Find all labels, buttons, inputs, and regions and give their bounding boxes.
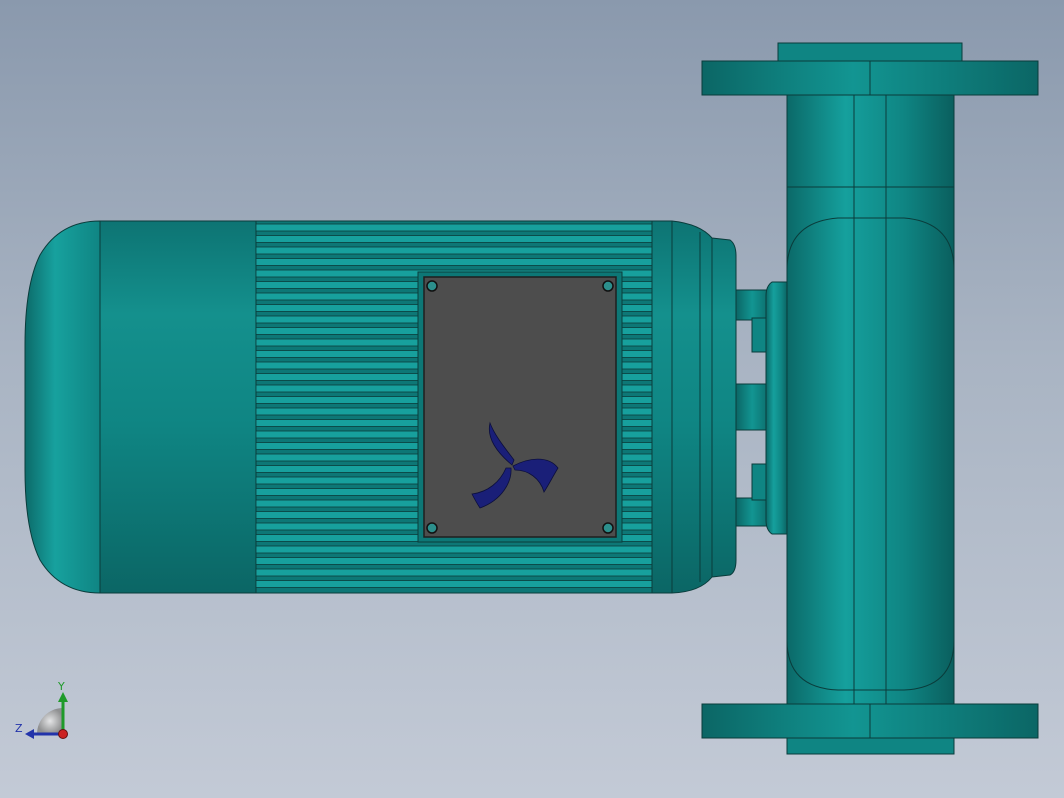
cooling-fin: [255, 568, 653, 577]
coupling-bracket: [735, 281, 789, 535]
nameplate-screw: [602, 280, 614, 292]
cad-viewport[interactable]: Y Z: [0, 0, 1064, 798]
motor-nameplate: [417, 271, 623, 543]
volute-housing: [786, 217, 955, 691]
cooling-fin: [255, 223, 653, 232]
origin-dot: [58, 729, 68, 739]
cooling-fin: [255, 246, 653, 255]
cooling-fin: [255, 258, 653, 266]
motor-end-cap: [24, 220, 101, 594]
motor-housing: [99, 220, 257, 594]
cooling-fin: [255, 557, 653, 565]
cooling-fin: [255, 235, 653, 243]
motor-assembly: [24, 220, 737, 594]
z-axis-label: Z: [15, 722, 23, 735]
y-axis-label: Y: [57, 680, 65, 693]
bottom-flange-cap: [786, 737, 955, 755]
cooling-fin: [255, 545, 653, 554]
nameplate-screw: [426, 280, 438, 292]
cooling-fin: [255, 580, 653, 588]
orientation-triad[interactable]: Y Z: [15, 680, 68, 739]
top-flange-cap: [777, 42, 963, 62]
motor-front-flange: [651, 220, 737, 594]
nameplate-screw: [602, 522, 614, 534]
nameplate-screw: [426, 522, 438, 534]
